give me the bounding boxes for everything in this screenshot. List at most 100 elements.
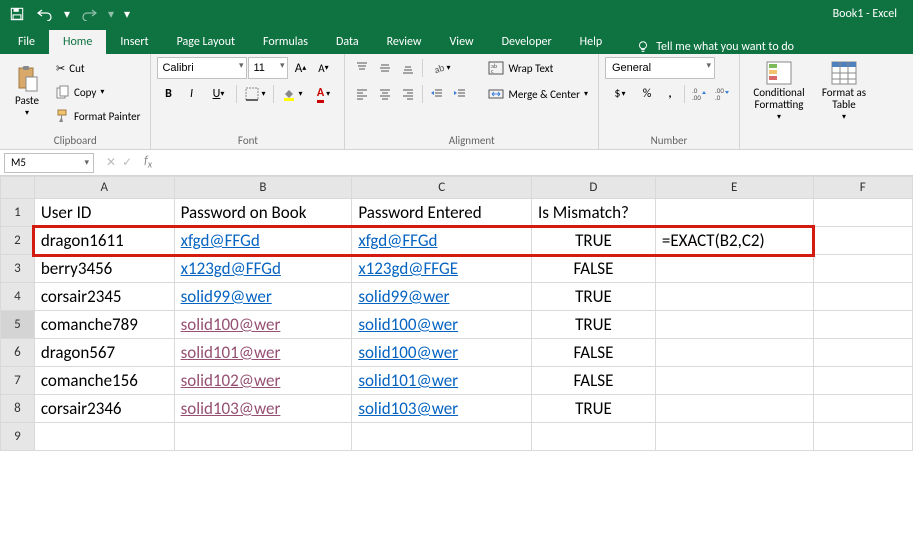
cell-B7[interactable]: solid102@wer bbox=[174, 367, 352, 395]
row-header-2[interactable]: 2 bbox=[1, 227, 35, 255]
cell-C9[interactable] bbox=[352, 423, 532, 451]
row-header-6[interactable]: 6 bbox=[1, 339, 35, 367]
cell-E1[interactable] bbox=[655, 199, 813, 227]
comma-format-icon[interactable]: , bbox=[659, 83, 681, 105]
formula-input[interactable] bbox=[158, 153, 913, 173]
percent-format-icon[interactable]: % bbox=[636, 83, 658, 105]
cell-B6[interactable]: solid101@wer bbox=[174, 339, 352, 367]
row-header-4[interactable]: 4 bbox=[1, 283, 35, 311]
cell-D7[interactable]: FALSE bbox=[532, 367, 656, 395]
fx-icon[interactable]: fx bbox=[138, 154, 158, 170]
cell-B8[interactable]: solid103@wer bbox=[174, 395, 352, 423]
cell-F3[interactable] bbox=[813, 255, 912, 283]
orientation-icon[interactable]: ab▾ bbox=[426, 57, 456, 79]
font-size-select[interactable] bbox=[248, 57, 288, 79]
cell-C4[interactable]: solid99@wer bbox=[352, 283, 532, 311]
cell-D2[interactable]: TRUE bbox=[532, 227, 656, 255]
redo-dropdown-icon[interactable]: ▾ bbox=[104, 2, 118, 26]
cell-B4[interactable]: solid99@wer bbox=[174, 283, 352, 311]
cell-D8[interactable]: TRUE bbox=[532, 395, 656, 423]
tab-developer[interactable]: Developer bbox=[488, 30, 566, 54]
cell-D6[interactable]: FALSE bbox=[532, 339, 656, 367]
cell-E2[interactable]: =EXACT(B2,C2) bbox=[655, 227, 813, 255]
cell-A7[interactable]: comanche156 bbox=[34, 367, 174, 395]
cell-F6[interactable] bbox=[813, 339, 912, 367]
align-left-icon[interactable] bbox=[351, 83, 373, 105]
tab-data[interactable]: Data bbox=[322, 30, 373, 54]
cell-C5[interactable]: solid100@wer bbox=[352, 311, 532, 339]
align-bottom-icon[interactable] bbox=[397, 57, 419, 79]
increase-font-icon[interactable]: A▴ bbox=[289, 57, 311, 79]
font-name-select[interactable] bbox=[157, 57, 247, 79]
row-header-7[interactable]: 7 bbox=[1, 367, 35, 395]
select-all-corner[interactable] bbox=[1, 177, 35, 199]
cell-E6[interactable] bbox=[655, 339, 813, 367]
fill-color-button[interactable]: ▾ bbox=[277, 83, 307, 105]
cell-A3[interactable]: berry3456 bbox=[34, 255, 174, 283]
align-top-icon[interactable] bbox=[351, 57, 373, 79]
decrease-decimal-icon[interactable]: .00.0 bbox=[711, 83, 733, 105]
increase-indent-icon[interactable] bbox=[449, 83, 471, 105]
cell-E5[interactable] bbox=[655, 311, 813, 339]
spreadsheet-grid[interactable]: ABCDEF1User IDPassword on BookPassword E… bbox=[0, 176, 913, 538]
cell-E9[interactable] bbox=[655, 423, 813, 451]
qat-customize-icon[interactable]: ▾ bbox=[120, 2, 134, 26]
cell-C7[interactable]: solid101@wer bbox=[352, 367, 532, 395]
tab-file[interactable]: File bbox=[4, 30, 49, 54]
cell-A5[interactable]: comanche789 bbox=[34, 311, 174, 339]
tab-review[interactable]: Review bbox=[373, 30, 436, 54]
cell-F8[interactable] bbox=[813, 395, 912, 423]
tab-formulas[interactable]: Formulas bbox=[249, 30, 322, 54]
borders-button[interactable]: ▾ bbox=[240, 83, 270, 105]
cell-B1[interactable]: Password on Book bbox=[174, 199, 352, 227]
save-icon[interactable] bbox=[4, 2, 30, 26]
row-header-1[interactable]: 1 bbox=[1, 199, 35, 227]
cell-F1[interactable] bbox=[813, 199, 912, 227]
row-header-3[interactable]: 3 bbox=[1, 255, 35, 283]
tab-view[interactable]: View bbox=[436, 30, 488, 54]
font-color-button[interactable]: A▾ bbox=[308, 83, 338, 105]
decrease-font-icon[interactable]: A▾ bbox=[312, 57, 334, 79]
wrap-text-button[interactable]: abc Wrap Text bbox=[484, 57, 592, 79]
tab-home[interactable]: Home bbox=[49, 30, 106, 54]
tab-help[interactable]: Help bbox=[566, 30, 617, 54]
col-header-E[interactable]: E bbox=[655, 177, 813, 199]
cell-F9[interactable] bbox=[813, 423, 912, 451]
cell-A1[interactable]: User ID bbox=[34, 199, 174, 227]
redo-icon[interactable] bbox=[76, 2, 102, 26]
cut-button[interactable]: ✂ Cut bbox=[52, 57, 144, 79]
cell-B5[interactable]: solid100@wer bbox=[174, 311, 352, 339]
align-middle-icon[interactable] bbox=[374, 57, 396, 79]
row-header-9[interactable]: 9 bbox=[1, 423, 35, 451]
copy-button[interactable]: Copy ▾ bbox=[52, 81, 144, 103]
number-format-select[interactable] bbox=[605, 57, 715, 79]
cell-E8[interactable] bbox=[655, 395, 813, 423]
cell-D9[interactable] bbox=[532, 423, 656, 451]
align-right-icon[interactable] bbox=[397, 83, 419, 105]
cell-C8[interactable]: solid103@wer bbox=[352, 395, 532, 423]
row-header-5[interactable]: 5 bbox=[1, 311, 35, 339]
enter-formula-icon[interactable]: ✓ bbox=[122, 155, 132, 170]
cell-E7[interactable] bbox=[655, 367, 813, 395]
cell-E4[interactable] bbox=[655, 283, 813, 311]
cell-F7[interactable] bbox=[813, 367, 912, 395]
row-header-8[interactable]: 8 bbox=[1, 395, 35, 423]
cell-A2[interactable]: dragon1611 bbox=[34, 227, 174, 255]
col-header-F[interactable]: F bbox=[813, 177, 912, 199]
bold-button[interactable]: B bbox=[157, 83, 179, 105]
cell-B9[interactable] bbox=[174, 423, 352, 451]
align-center-icon[interactable] bbox=[374, 83, 396, 105]
increase-decimal-icon[interactable]: .0.00 bbox=[688, 83, 710, 105]
underline-button[interactable]: U ▾ bbox=[203, 83, 233, 105]
cell-D4[interactable]: TRUE bbox=[532, 283, 656, 311]
col-header-A[interactable]: A bbox=[34, 177, 174, 199]
col-header-B[interactable]: B bbox=[174, 177, 352, 199]
col-header-C[interactable]: C bbox=[352, 177, 532, 199]
cell-B3[interactable]: x123gd@FFGd bbox=[174, 255, 352, 283]
cell-C1[interactable]: Password Entered bbox=[352, 199, 532, 227]
name-box[interactable]: M5 bbox=[4, 153, 94, 173]
undo-dropdown-icon[interactable]: ▾ bbox=[60, 2, 74, 26]
conditional-formatting-button[interactable]: Conditional Formatting▾ bbox=[746, 57, 812, 125]
decrease-indent-icon[interactable] bbox=[426, 83, 448, 105]
cell-D3[interactable]: FALSE bbox=[532, 255, 656, 283]
